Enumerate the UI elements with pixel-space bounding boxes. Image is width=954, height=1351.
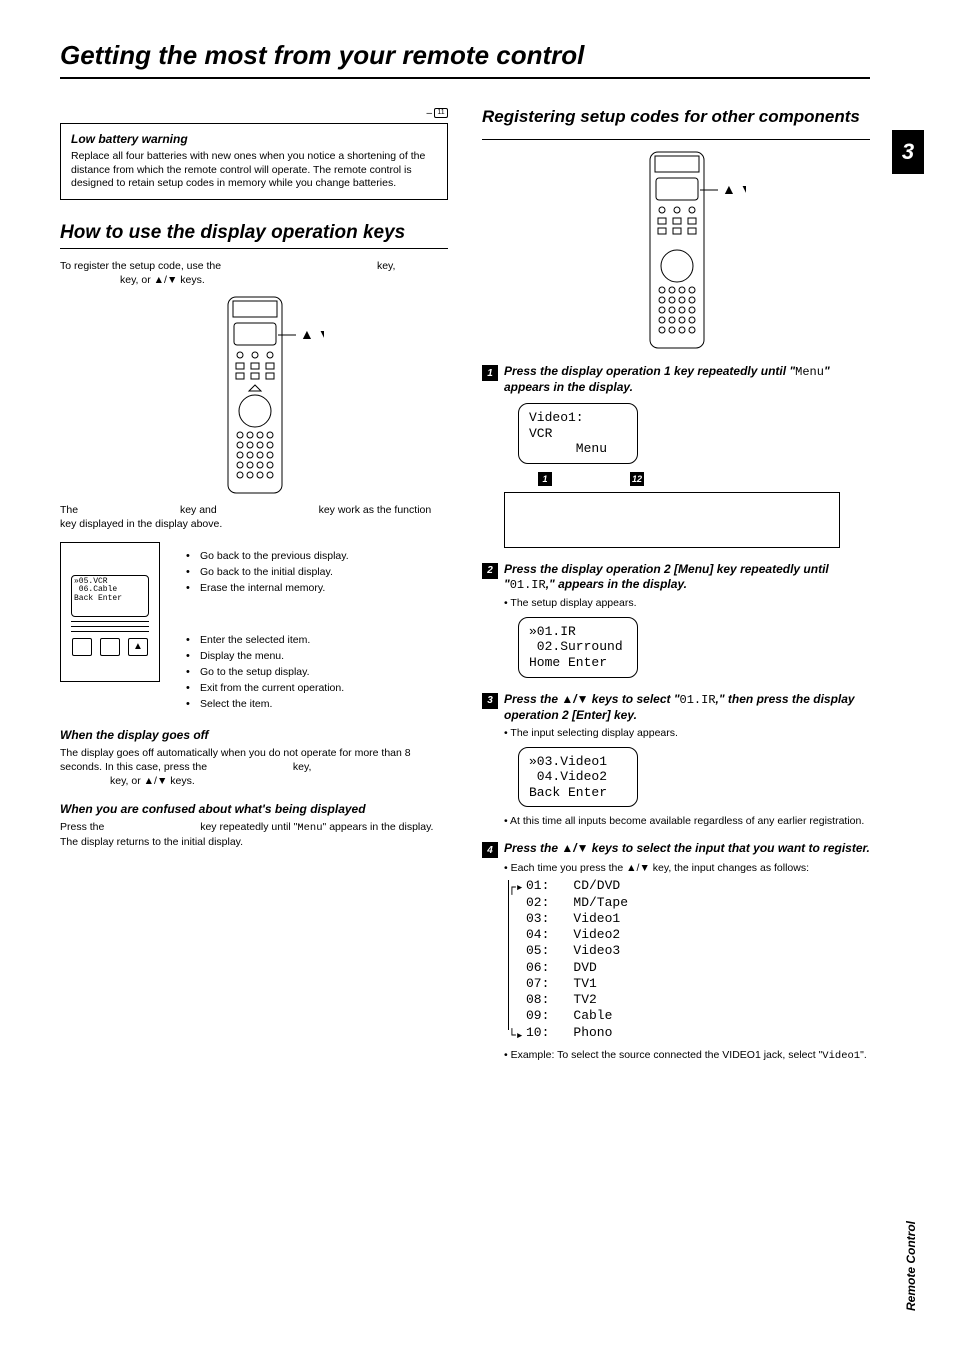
page-number-badge: 3: [892, 130, 924, 174]
annot-1: 1: [538, 472, 552, 486]
register-rule: [482, 139, 870, 140]
diag-lcd: »05.VCR 06.Cable Back Enter: [71, 575, 149, 617]
diag-btn-up: ▲: [128, 638, 148, 656]
confused-text: Press the key repeatedly until "Menu" ap…: [60, 820, 448, 849]
display-off-text: The display goes off automatically when …: [60, 746, 448, 789]
step-2-bullet: • The setup display appears.: [504, 597, 870, 609]
confused-heading: When you are confused about what's being…: [60, 802, 448, 816]
step-3-badge: 3: [482, 693, 498, 709]
side-section-label: Remote Control: [904, 1221, 918, 1311]
step-4-title: Press the ▲/▼ keys to select the input t…: [504, 841, 870, 856]
low-battery-text: Replace all four batteries with new ones…: [71, 150, 437, 191]
title-rule: [60, 77, 870, 79]
diag-btn-left: [72, 638, 92, 656]
step-1-underbox: [504, 492, 840, 548]
step-2-badge: 2: [482, 563, 498, 579]
howto-rule: [60, 248, 448, 249]
page-title: Getting the most from your remote contro…: [60, 40, 924, 71]
svg-text:▲ ▼: ▲ ▼: [722, 181, 746, 197]
step-3-lcd: »03.Video1 04.Video2 Back Enter: [518, 747, 638, 808]
step-3-note: • At this time all inputs become availab…: [504, 815, 870, 827]
step-2-lcd: »01.IR 02.Surround Home Enter: [518, 617, 638, 678]
diag-btn-mid: [100, 638, 120, 656]
display-off-heading: When the display goes off: [60, 728, 448, 742]
remote-illustration-right: ▲ ▼: [606, 150, 746, 350]
page-ref-icon: –11: [426, 108, 448, 119]
low-battery-box: Low battery warning Replace all four bat…: [60, 123, 448, 200]
remote-illustration: ▲ ▼: [184, 295, 324, 495]
step-3-bullet: • The input selecting display appears.: [504, 727, 870, 739]
step-1-title: Press the display operation 1 key repeat…: [504, 364, 870, 395]
howto-p1: To register the setup code, use the key,…: [60, 259, 448, 287]
step-1-lcd: Video1: VCR Menu: [518, 403, 638, 464]
step-1-badge: 1: [482, 365, 498, 381]
step-4-badge: 4: [482, 842, 498, 858]
step-3-title: Press the ▲/▼ keys to select "01.IR," th…: [504, 692, 870, 723]
howto-p2: The key and key work as the function key…: [60, 503, 448, 531]
step-4-example: • Example: To select the source connecte…: [504, 1049, 870, 1062]
howto-heading: How to use the display operation keys: [60, 222, 448, 244]
register-heading: Registering setup codes for other compon…: [482, 107, 870, 127]
step-2-title: Press the display operation 2 [Menu] key…: [504, 562, 870, 593]
remote-closeup: »05.VCR 06.Cable Back Enter ▲: [60, 542, 160, 682]
step-4-bullet: • Each time you press the ▲/▼ key, the i…: [504, 862, 870, 874]
book-icon: 11: [434, 108, 448, 118]
annot-12: 12: [630, 472, 644, 486]
low-battery-heading: Low battery warning: [71, 132, 437, 146]
arrow-keys-label: ▲ ▼: [300, 326, 324, 342]
display-key-functions: •Go back to the previous display. •Go ba…: [186, 550, 448, 710]
input-list: ┌▸ └▸ 01:CD/DVD 02:MD/Tape 03:Video1 04:…: [526, 878, 870, 1041]
